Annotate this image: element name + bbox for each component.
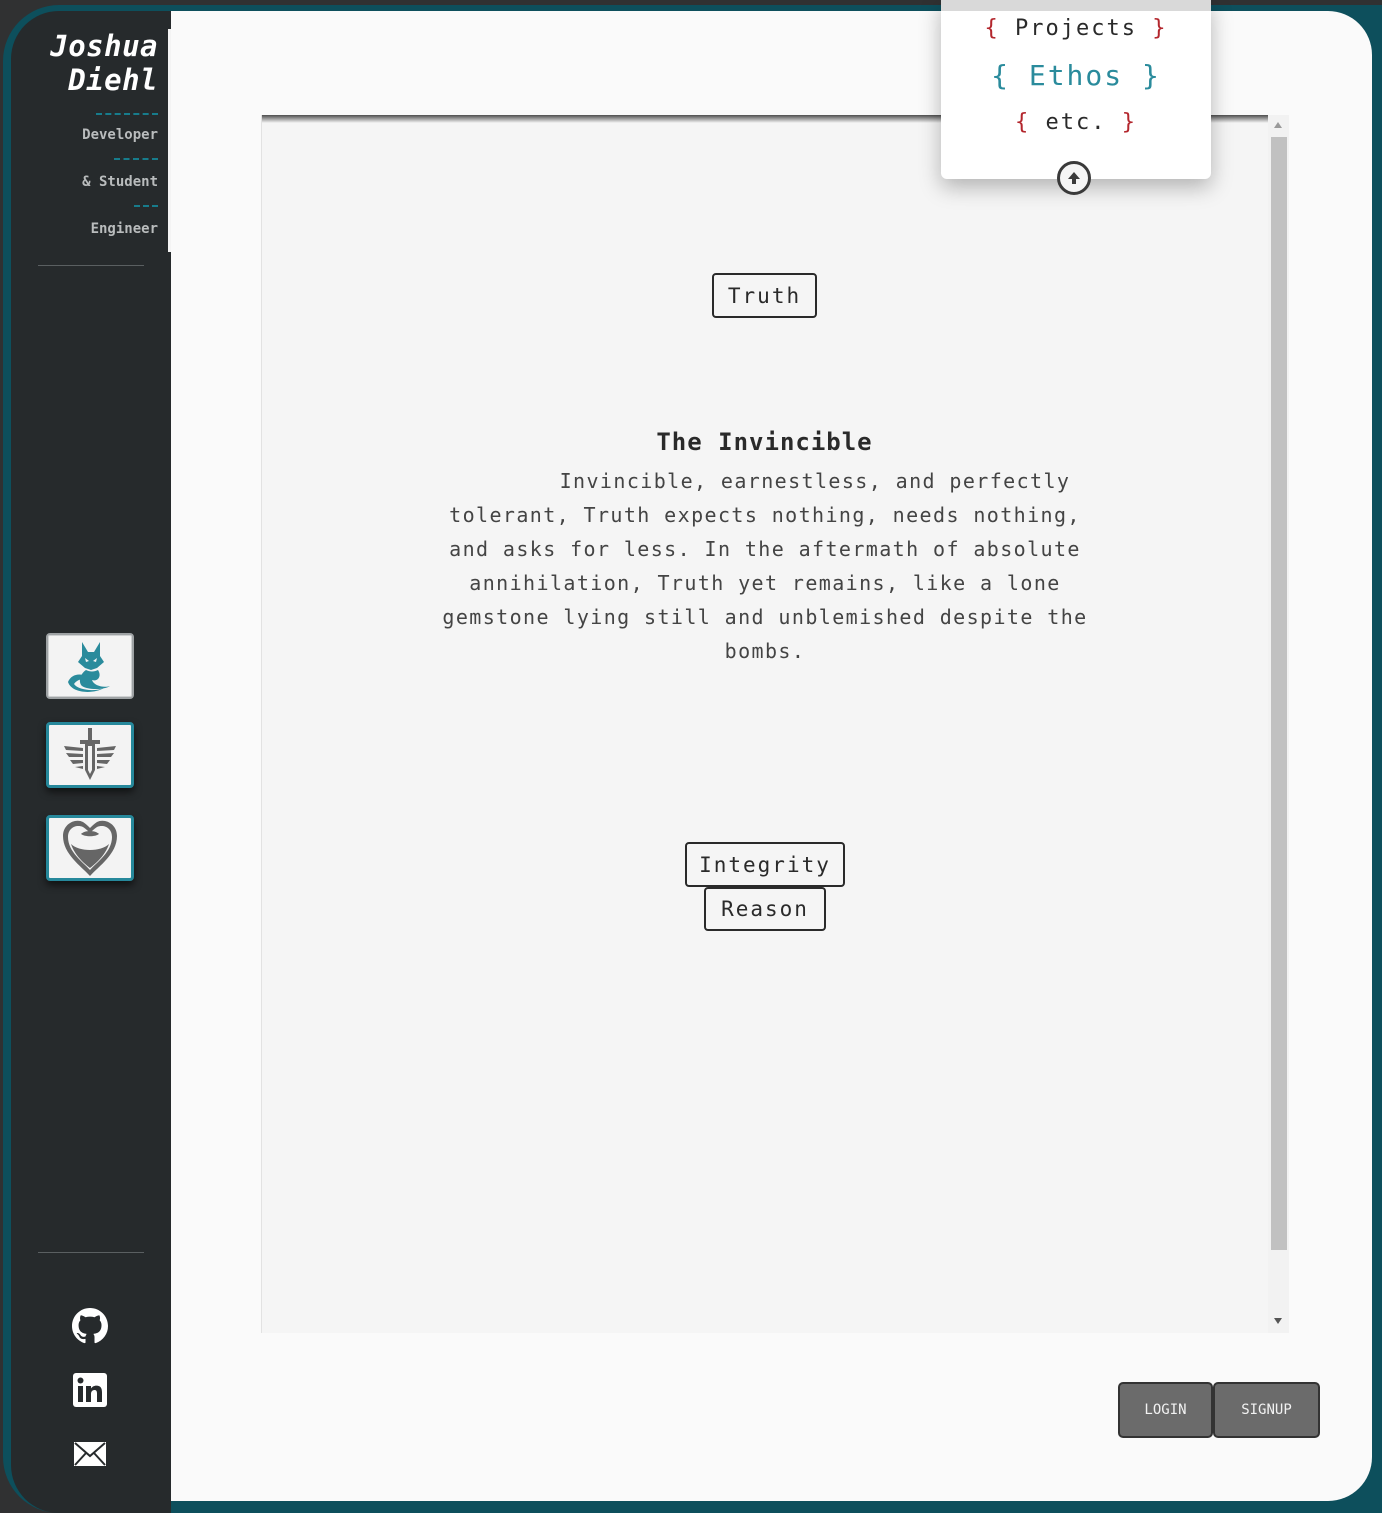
mail-icon: [74, 1442, 106, 1466]
menu-item-etc[interactable]: { etc. }: [941, 110, 1211, 135]
role-developer: Developer: [82, 127, 158, 143]
email-link[interactable]: [72, 1436, 108, 1472]
menu-item-label: Ethos: [1028, 59, 1124, 92]
tag-truth-button[interactable]: Truth: [712, 273, 817, 318]
sidebar: Joshua Diehl Developer & Student Enginee…: [11, 11, 171, 1513]
winged-sword-icon: [64, 728, 116, 780]
github-link[interactable]: [72, 1308, 108, 1344]
role-student: & Student: [82, 174, 158, 190]
collapse-menu-button[interactable]: [1057, 161, 1091, 195]
brace-close: }: [1152, 16, 1168, 41]
github-icon: [72, 1308, 108, 1344]
menu-item-label: etc.: [1045, 110, 1107, 135]
name-first: Joshua: [50, 29, 158, 63]
nav-sword-button[interactable]: [46, 722, 134, 788]
scroll-up-arrow[interactable]: [1274, 122, 1282, 128]
scrollbar-thumb[interactable]: [1271, 137, 1287, 1250]
sidebar-divider: [38, 265, 144, 266]
linkedin-link[interactable]: [72, 1372, 108, 1408]
signup-button[interactable]: SIGNUP: [1213, 1382, 1320, 1438]
scroll-down-arrow[interactable]: [1274, 1318, 1282, 1324]
tag-integrity-button[interactable]: Integrity: [685, 842, 845, 887]
brace-open: {: [991, 59, 1010, 92]
menu-item-ethos[interactable]: { Ethos }: [941, 59, 1211, 92]
section-menu: { Projects } { Ethos } { etc. }: [941, 0, 1211, 179]
divider-dash: [114, 158, 158, 160]
brace-close: }: [1121, 110, 1137, 135]
tag-reason-button[interactable]: Reason: [704, 887, 826, 931]
section-body: Invincible, earnestless, and perfectly t…: [442, 469, 1088, 663]
login-button[interactable]: LOGIN: [1118, 1382, 1213, 1438]
brace-open: {: [984, 16, 1000, 41]
nav-heart-button[interactable]: [46, 815, 134, 881]
brace-close: }: [1142, 59, 1161, 92]
role-engineer: Engineer: [90, 221, 158, 237]
profile-header: Joshua Diehl Developer & Student Enginee…: [21, 29, 171, 252]
menu-item-projects[interactable]: { Projects }: [941, 16, 1211, 41]
linkedin-icon: [73, 1373, 107, 1407]
section-heading: The Invincible: [656, 428, 873, 456]
menu-topbar: [941, 0, 1211, 11]
fox-icon: [68, 642, 110, 692]
sidebar-divider: [38, 1252, 144, 1253]
menu-item-label: Projects: [1015, 16, 1137, 41]
arrow-up-icon: [1068, 172, 1080, 184]
divider-dash: [96, 113, 158, 115]
heart-icon: [63, 820, 117, 876]
name-last: Diehl: [68, 63, 158, 97]
nav-fox-button[interactable]: [46, 633, 134, 699]
divider-dash: [134, 205, 158, 207]
brace-open: {: [1015, 110, 1031, 135]
